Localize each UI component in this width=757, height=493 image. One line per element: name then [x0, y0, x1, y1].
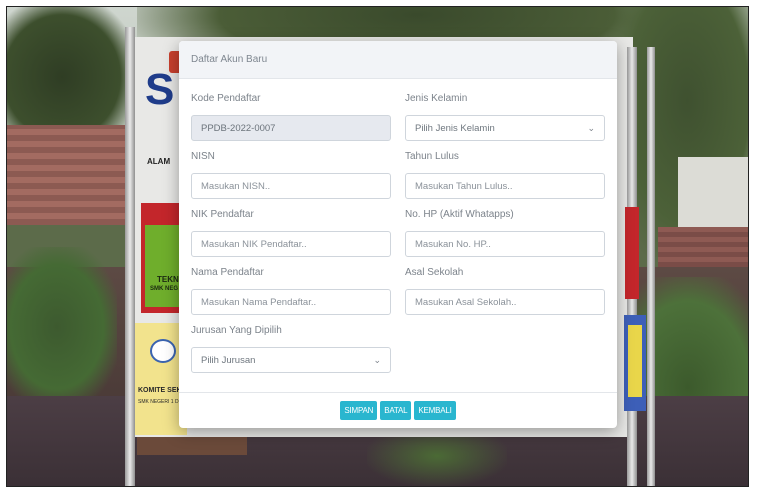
jurusan-select[interactable]: Pilih Jurusan ⌄: [191, 347, 391, 373]
jenis-kelamin-select[interactable]: Pilih Jenis Kelamin ⌄: [405, 115, 605, 141]
modal-footer: SIMPAN BATAL KEMBALI: [179, 392, 617, 428]
sign-right-red: [625, 207, 639, 299]
no-hp-label: No. HP (Aktif Whatapps): [405, 209, 514, 220]
asal-sekolah-input[interactable]: [405, 289, 605, 315]
field-nama-pendaftar: Nama Pendaftar: [191, 267, 391, 315]
field-nisn: NISN: [191, 151, 391, 199]
field-kode-pendaftar: Kode Pendaftar PPDB-2022-0007: [191, 93, 391, 141]
roof-right: [658, 227, 748, 267]
nik-pendaftar-input[interactable]: [191, 231, 391, 257]
modal-header: Daftar Akun Baru: [179, 41, 617, 79]
roof-left: [7, 125, 127, 225]
field-jenis-kelamin: Jenis Kelamin Pilih Jenis Kelamin ⌄: [405, 93, 605, 141]
kode-pendaftar-label: Kode Pendaftar: [191, 93, 261, 104]
sign-komite-text: KOMITE SEK: [138, 387, 182, 394]
screenshot-frame: S ALAM TEKN SMK NEG KOMITE SEK SMK NEGER…: [6, 6, 749, 487]
sign-tekn-text: TEKN: [157, 275, 179, 284]
simpan-button[interactable]: SIMPAN: [340, 401, 378, 420]
batal-button[interactable]: BATAL: [380, 401, 412, 420]
nama-pendaftar-input[interactable]: [191, 289, 391, 315]
kode-pendaftar-input[interactable]: PPDB-2022-0007: [191, 115, 391, 141]
nisn-input[interactable]: [191, 173, 391, 199]
modal-title: Daftar Akun Baru: [191, 54, 268, 65]
field-jurusan: Jurusan Yang Dipilih Pilih Jurusan ⌄: [191, 325, 391, 373]
kode-pendaftar-value: PPDB-2022-0007: [201, 122, 276, 134]
field-asal-sekolah: Asal Sekolah: [405, 267, 605, 315]
sign-smk-text: SMK NEG: [150, 286, 179, 292]
chevron-down-icon: ⌄: [373, 354, 381, 365]
asal-sekolah-label: Asal Sekolah: [405, 267, 464, 278]
jenis-kelamin-label: Jenis Kelamin: [405, 93, 468, 104]
tahun-lulus-input[interactable]: [405, 173, 605, 199]
jurusan-label: Jurusan Yang Dipilih: [191, 325, 282, 336]
nik-pendaftar-label: NIK Pendaftar: [191, 209, 254, 220]
sign-right-yellow: [628, 325, 642, 397]
bench: [137, 437, 247, 455]
chevron-down-icon: ⌄: [587, 122, 595, 133]
nisn-label: NISN: [191, 151, 215, 162]
field-tahun-lulus: Tahun Lulus: [405, 151, 605, 199]
sign-pole-left: [125, 27, 135, 486]
komite-logo: [150, 339, 176, 363]
kembali-button[interactable]: KEMBALI: [414, 401, 456, 420]
bush-left: [7, 247, 117, 407]
field-nik-pendaftar: NIK Pendaftar: [191, 209, 391, 257]
sign-letter: S: [145, 65, 175, 114]
nama-pendaftar-label: Nama Pendaftar: [191, 267, 264, 278]
house-right: [678, 157, 748, 237]
sign-alamat: ALAM: [147, 157, 171, 166]
field-no-hp: No. HP (Aktif Whatapps): [405, 209, 605, 257]
tahun-lulus-label: Tahun Lulus: [405, 151, 459, 162]
register-modal: Daftar Akun Baru Kode Pendaftar PPDB-202…: [179, 41, 617, 428]
sign-pole-right-2: [647, 47, 655, 486]
jurusan-selected: Pilih Jurusan: [201, 354, 256, 366]
jenis-kelamin-selected: Pilih Jenis Kelamin: [415, 122, 495, 134]
no-hp-input[interactable]: [405, 231, 605, 257]
